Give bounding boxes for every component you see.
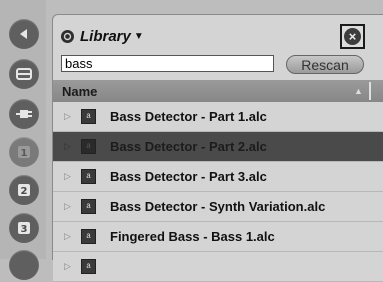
clips-glyph: 1 [21,148,28,159]
audio-clip-file-icon: a [81,109,96,124]
library-title: Library [80,27,131,45]
chevron-down-icon: ▼ [133,30,144,42]
file-row[interactable]: ▷ a Bass Detector - Synth Variation.alc [53,192,383,222]
file-name: Fingered Bass - Bass 1.alc [110,229,275,244]
file-name: Bass Detector - Part 3.alc [110,169,267,184]
library-icon [61,29,74,43]
back-arrow-icon[interactable] [9,19,39,49]
column-header-name[interactable]: Name [62,84,97,99]
category-extra-icon[interactable] [9,250,39,280]
audio-clip-file-icon: a [81,139,96,154]
expand-triangle-icon[interactable]: ▷ [64,201,76,212]
rescan-button[interactable]: Rescan [286,55,364,74]
expand-triangle-icon[interactable]: ▷ [64,111,76,122]
file-row[interactable]: ▷ a Bass Detector - Part 3.alc [53,162,383,192]
file-name: Bass Detector - Part 1.alc [110,109,267,124]
file-row[interactable]: ▷ a Bass Detector - Part 1.alc [53,102,383,132]
scrollbar-handle[interactable] [369,82,371,100]
file-name: Bass Detector - Part 2.alc [110,139,267,154]
category-plugins-icon[interactable] [9,99,39,129]
close-icon: × [344,28,361,45]
samples-glyph: 2 [21,186,28,197]
category-samples-icon[interactable]: 2 [9,175,39,205]
sidebar: 1 2 3 [0,0,46,280]
expand-triangle-icon[interactable]: ▷ [64,141,76,152]
audio-clip-file-icon: a [81,229,96,244]
search-input[interactable] [61,55,274,72]
library-header[interactable]: Library ▼ [61,25,144,47]
file-name: Bass Detector - Synth Variation.alc [110,199,326,214]
category-packs-icon[interactable]: 3 [9,213,39,243]
file-row[interactable]: ▷ a [53,252,383,282]
category-devices-icon[interactable] [9,59,39,89]
browser-panel: Library ▼ × Rescan Name ▲ ▷aBass Detecto… [52,14,383,282]
file-row[interactable]: ▷ a Bass Detector - Part 2.alc [53,132,383,162]
expand-triangle-icon[interactable]: ▷ [64,171,76,182]
close-button[interactable]: × [340,24,365,49]
audio-clip-file-icon: a [81,259,96,274]
expand-triangle-icon[interactable]: ▷ [64,231,76,242]
sort-ascending-icon: ▲ [354,86,363,96]
category-clips-icon[interactable]: 1 [9,137,39,167]
table-header[interactable]: Name ▲ [53,80,383,102]
file-row[interactable]: ▷ a Fingered Bass - Bass 1.alc [53,222,383,252]
audio-clip-file-icon: a [81,199,96,214]
expand-triangle-icon[interactable]: ▷ [64,261,76,272]
audio-clip-file-icon: a [81,169,96,184]
packs-glyph: 3 [21,224,28,235]
